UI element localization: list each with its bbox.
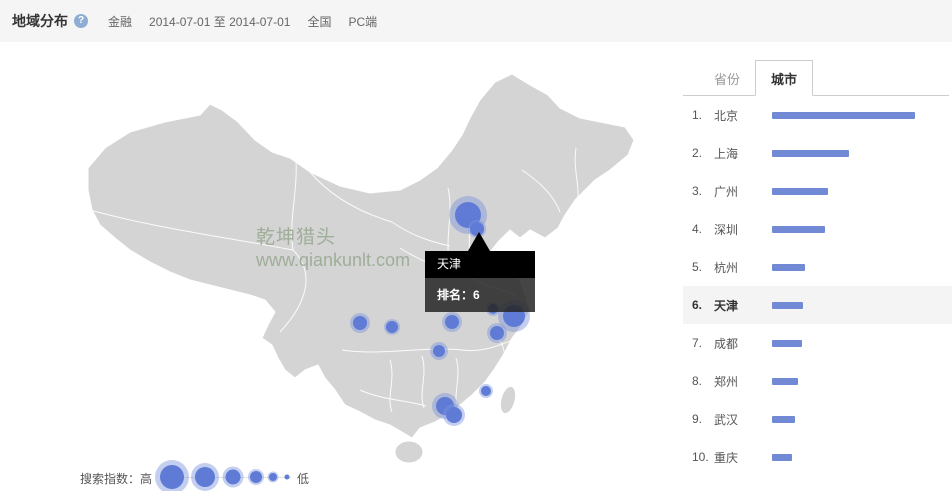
- rank-bar: [772, 340, 802, 347]
- tooltip-arrow-icon: [468, 232, 490, 251]
- rank-number: 6.: [692, 298, 714, 312]
- rank-number: 5.: [692, 260, 714, 274]
- map-bubble[interactable]: [446, 407, 462, 423]
- rank-bar: [772, 150, 849, 157]
- ranking-row[interactable]: 5. 杭州: [683, 248, 952, 286]
- date-range-label: 2014-07-01 至 2014-07-01: [149, 13, 290, 30]
- legend-circle: [285, 475, 290, 480]
- legend-label-high: 搜索指数：高: [80, 470, 152, 487]
- legend-circle: [226, 470, 241, 485]
- tab-province[interactable]: 省份: [699, 61, 755, 95]
- rank-bar: [772, 454, 792, 461]
- region-label: 全国: [307, 13, 331, 30]
- ranking-row[interactable]: 8. 郑州: [683, 362, 952, 400]
- ranking-row[interactable]: 2. 上海: [683, 134, 952, 172]
- rank-number: 2.: [692, 146, 714, 160]
- ranking-row[interactable]: 3. 广州: [683, 172, 952, 210]
- region-distribution-page: 地域分布 ? 金融 2014-07-01 至 2014-07-01 全国 PC端: [0, 0, 952, 491]
- rank-bar: [772, 188, 828, 195]
- ranking-row[interactable]: 6. 天津: [683, 286, 952, 324]
- rank-number: 10.: [692, 450, 714, 464]
- city-name: 天津: [714, 297, 772, 314]
- rank-bar: [772, 264, 805, 271]
- map-bubble[interactable]: [386, 321, 398, 333]
- ranking-panel: 省份 城市 1. 北京 2. 上海 3. 广州 4. 深圳 5. 杭州 6. 天…: [683, 42, 952, 491]
- map-bubble[interactable]: [353, 316, 367, 330]
- help-icon[interactable]: ?: [74, 14, 88, 28]
- legend-circle: [160, 465, 184, 489]
- city-name: 北京: [714, 107, 772, 124]
- ranking-row[interactable]: 4. 深圳: [683, 210, 952, 248]
- page-title: 地域分布: [12, 11, 68, 31]
- rank-bar: [772, 302, 803, 309]
- rank-bar: [772, 416, 795, 423]
- rank-bar: [772, 112, 915, 119]
- map-bubble[interactable]: [490, 326, 504, 340]
- tooltip-city: 天津: [425, 251, 535, 278]
- legend-label-low: 低: [297, 470, 309, 487]
- legend-circle: [195, 467, 215, 487]
- legend-circle: [250, 471, 262, 483]
- map-bubble[interactable]: [433, 345, 445, 357]
- rank-number: 9.: [692, 412, 714, 426]
- ranking-row[interactable]: 10. 重庆: [683, 438, 952, 476]
- tab-city[interactable]: 城市: [755, 60, 813, 96]
- rank-number: 7.: [692, 336, 714, 350]
- page-header: 地域分布 ? 金融 2014-07-01 至 2014-07-01 全国 PC端: [0, 0, 952, 42]
- city-name: 重庆: [714, 449, 772, 466]
- tab-bar: 省份 城市: [683, 63, 949, 96]
- rank-number: 4.: [692, 222, 714, 236]
- legend-circle: [269, 473, 277, 481]
- platform-label: PC端: [348, 13, 377, 30]
- rank-bar: [772, 378, 798, 385]
- rank-number: 1.: [692, 108, 714, 122]
- ranking-row[interactable]: 9. 武汉: [683, 400, 952, 438]
- city-name: 杭州: [714, 259, 772, 276]
- city-tooltip: 天津 排名：6: [425, 251, 535, 312]
- map-bubble[interactable]: [445, 315, 459, 329]
- city-name: 上海: [714, 145, 772, 162]
- rank-number: 8.: [692, 374, 714, 388]
- rank-bar: [772, 226, 825, 233]
- tooltip-rank: 排名：6: [425, 278, 535, 312]
- city-name: 成都: [714, 335, 772, 352]
- city-name: 郑州: [714, 373, 772, 390]
- keyword-label: 金融: [108, 13, 132, 30]
- city-name: 武汉: [714, 411, 772, 428]
- map-bubble[interactable]: [481, 386, 491, 396]
- ranking-row[interactable]: 1. 北京: [683, 96, 952, 134]
- city-name: 深圳: [714, 221, 772, 238]
- rank-number: 3.: [692, 184, 714, 198]
- ranking-list: 1. 北京 2. 上海 3. 广州 4. 深圳 5. 杭州 6. 天津 7. 成…: [683, 96, 952, 476]
- ranking-row[interactable]: 7. 成都: [683, 324, 952, 362]
- city-name: 广州: [714, 183, 772, 200]
